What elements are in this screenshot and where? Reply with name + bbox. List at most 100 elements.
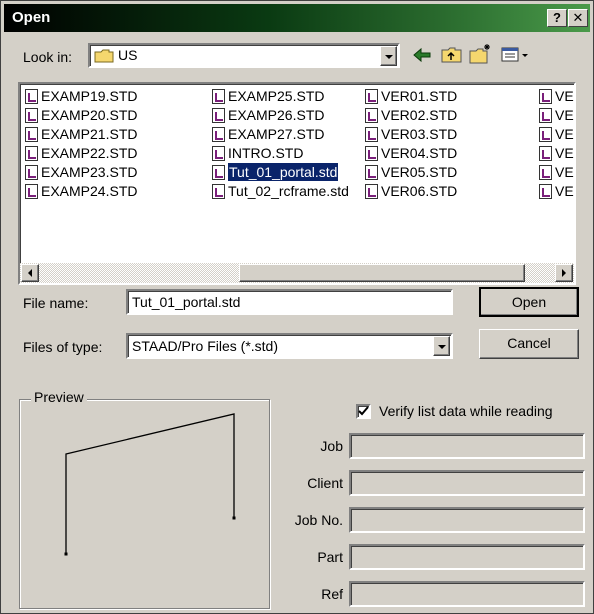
file-item-label: EXAMP22.STD	[41, 145, 138, 161]
file-item[interactable]: VER0	[539, 87, 574, 105]
scroll-thumb[interactable]	[239, 264, 525, 282]
cancel-button[interactable]: Cancel	[479, 329, 579, 359]
checkmark-icon	[358, 406, 369, 416]
files-of-type-dropdown-button[interactable]	[433, 336, 450, 356]
file-item[interactable]: VER02.STD	[365, 106, 457, 124]
job-no-label: Job No.	[294, 512, 343, 528]
file-item-label: EXAMP24.STD	[41, 183, 138, 199]
file-item[interactable]: EXAMP25.STD	[212, 87, 324, 105]
help-button[interactable]: ?	[547, 9, 567, 27]
file-item-label: VER05.STD	[381, 164, 458, 180]
file-item[interactable]: VER1	[539, 163, 574, 181]
file-item-label: EXAMP20.STD	[41, 107, 138, 123]
files-of-type-dropdown[interactable]: STAAD/Pro Files (*.std)	[126, 333, 453, 359]
horizontal-scrollbar[interactable]	[20, 263, 574, 283]
new-folder-icon[interactable]	[469, 43, 493, 68]
look-in-dropdown[interactable]: US	[88, 43, 400, 68]
staad-file-icon	[25, 126, 38, 142]
preview-group	[19, 399, 270, 609]
staad-file-icon	[539, 145, 552, 161]
file-item-label: EXAMP25.STD	[228, 88, 325, 104]
ref-label: Ref	[321, 586, 343, 602]
file-item-label: Tut_02_rcframe.std	[228, 183, 349, 199]
file-item[interactable]: EXAMP26.STD	[212, 106, 324, 124]
staad-file-icon	[365, 183, 378, 199]
file-item[interactable]: EXAMP27.STD	[212, 125, 324, 143]
file-item[interactable]: EXAMP23.STD	[25, 163, 137, 181]
file-name-label: File name:	[23, 295, 89, 311]
file-item-label: VER0	[555, 126, 574, 142]
file-item[interactable]: EXAMP24.STD	[25, 182, 137, 200]
client-label: Client	[307, 475, 343, 491]
close-button[interactable]: ✕	[568, 9, 588, 27]
file-name-input[interactable]: Tut_01_portal.std	[126, 289, 453, 315]
staad-file-icon	[212, 183, 225, 199]
staad-file-icon	[539, 107, 552, 123]
scroll-left-button[interactable]	[21, 264, 39, 282]
staad-file-icon	[365, 126, 378, 142]
files-of-type-value: STAAD/Pro Files (*.std)	[132, 338, 278, 354]
file-item[interactable]: EXAMP22.STD	[25, 144, 137, 162]
file-item-label: VER1	[555, 145, 574, 161]
file-item-label: VER02.STD	[381, 107, 458, 123]
staad-file-icon	[365, 164, 378, 180]
file-item-label: Tut_01_portal.std	[226, 162, 340, 182]
staad-file-icon	[539, 126, 552, 142]
file-item-label: VER06.STD	[381, 183, 458, 199]
files-of-type-label: Files of type:	[23, 339, 103, 355]
look-in-value: US	[118, 47, 138, 63]
staad-file-icon	[212, 164, 225, 180]
file-item[interactable]: EXAMP19.STD	[25, 87, 137, 105]
file-item[interactable]: VER0	[539, 106, 574, 124]
back-arrow-icon[interactable]	[411, 46, 433, 67]
staad-file-icon	[212, 107, 225, 123]
file-item[interactable]: EXAMP20.STD	[25, 106, 137, 124]
preview-portal-frame	[64, 413, 236, 556]
staad-file-icon	[212, 145, 225, 161]
file-item[interactable]: VER03.STD	[365, 125, 457, 143]
client-field	[349, 470, 585, 496]
ref-field	[349, 581, 585, 607]
file-item-label: VER03.STD	[381, 126, 458, 142]
staad-file-icon	[365, 107, 378, 123]
window-title: Open	[12, 9, 51, 26]
file-item-label: VER0	[555, 107, 574, 123]
job-no-field	[349, 507, 585, 533]
scroll-right-button[interactable]	[555, 264, 573, 282]
verify-checkbox[interactable]	[356, 404, 371, 419]
staad-file-icon	[25, 145, 38, 161]
file-item[interactable]: Tut_01_portal.std	[212, 162, 340, 182]
file-item-label: EXAMP21.STD	[41, 126, 138, 142]
staad-file-icon	[539, 183, 552, 199]
file-list[interactable]: EXAMP19.STD EXAMP20.STD EXAMP21.STD EXAMP22…	[18, 82, 576, 285]
file-item[interactable]: VER06.STD	[365, 182, 457, 200]
staad-file-icon	[25, 164, 38, 180]
staad-file-icon	[365, 88, 378, 104]
file-item-label: VER01.STD	[381, 88, 458, 104]
up-folder-icon[interactable]	[441, 46, 463, 67]
title-bar[interactable]: Open ? ✕	[4, 4, 590, 32]
file-item-label: VER1	[555, 183, 574, 199]
part-label: Part	[317, 549, 343, 565]
file-item[interactable]: VER01.STD	[365, 87, 457, 105]
preview-label: Preview	[31, 389, 87, 405]
open-dialog: Open ? ✕ Look in: US EXAMP19.STD EXAMP20.…	[0, 0, 594, 614]
file-item[interactable]: VER04.STD	[365, 144, 457, 162]
file-item[interactable]: VER1	[539, 182, 574, 200]
look-in-dropdown-button[interactable]	[380, 46, 397, 66]
file-item-label: INTRO.STD	[228, 145, 304, 161]
staad-file-icon	[25, 88, 38, 104]
file-item[interactable]: VER1	[539, 144, 574, 162]
file-item-label: EXAMP23.STD	[41, 164, 138, 180]
file-item-label: EXAMP19.STD	[41, 88, 138, 104]
look-in-label: Look in:	[23, 49, 73, 65]
open-button[interactable]: Open	[479, 287, 579, 317]
file-item[interactable]: EXAMP21.STD	[25, 125, 137, 143]
staad-file-icon	[212, 88, 225, 104]
file-item[interactable]: INTRO.STD	[212, 144, 303, 162]
file-item-label: EXAMP27.STD	[228, 126, 325, 142]
view-menu-icon[interactable]	[501, 46, 531, 67]
file-item[interactable]: Tut_02_rcframe.std	[212, 182, 349, 200]
file-item[interactable]: VER05.STD	[365, 163, 457, 181]
file-item[interactable]: VER0	[539, 125, 574, 143]
